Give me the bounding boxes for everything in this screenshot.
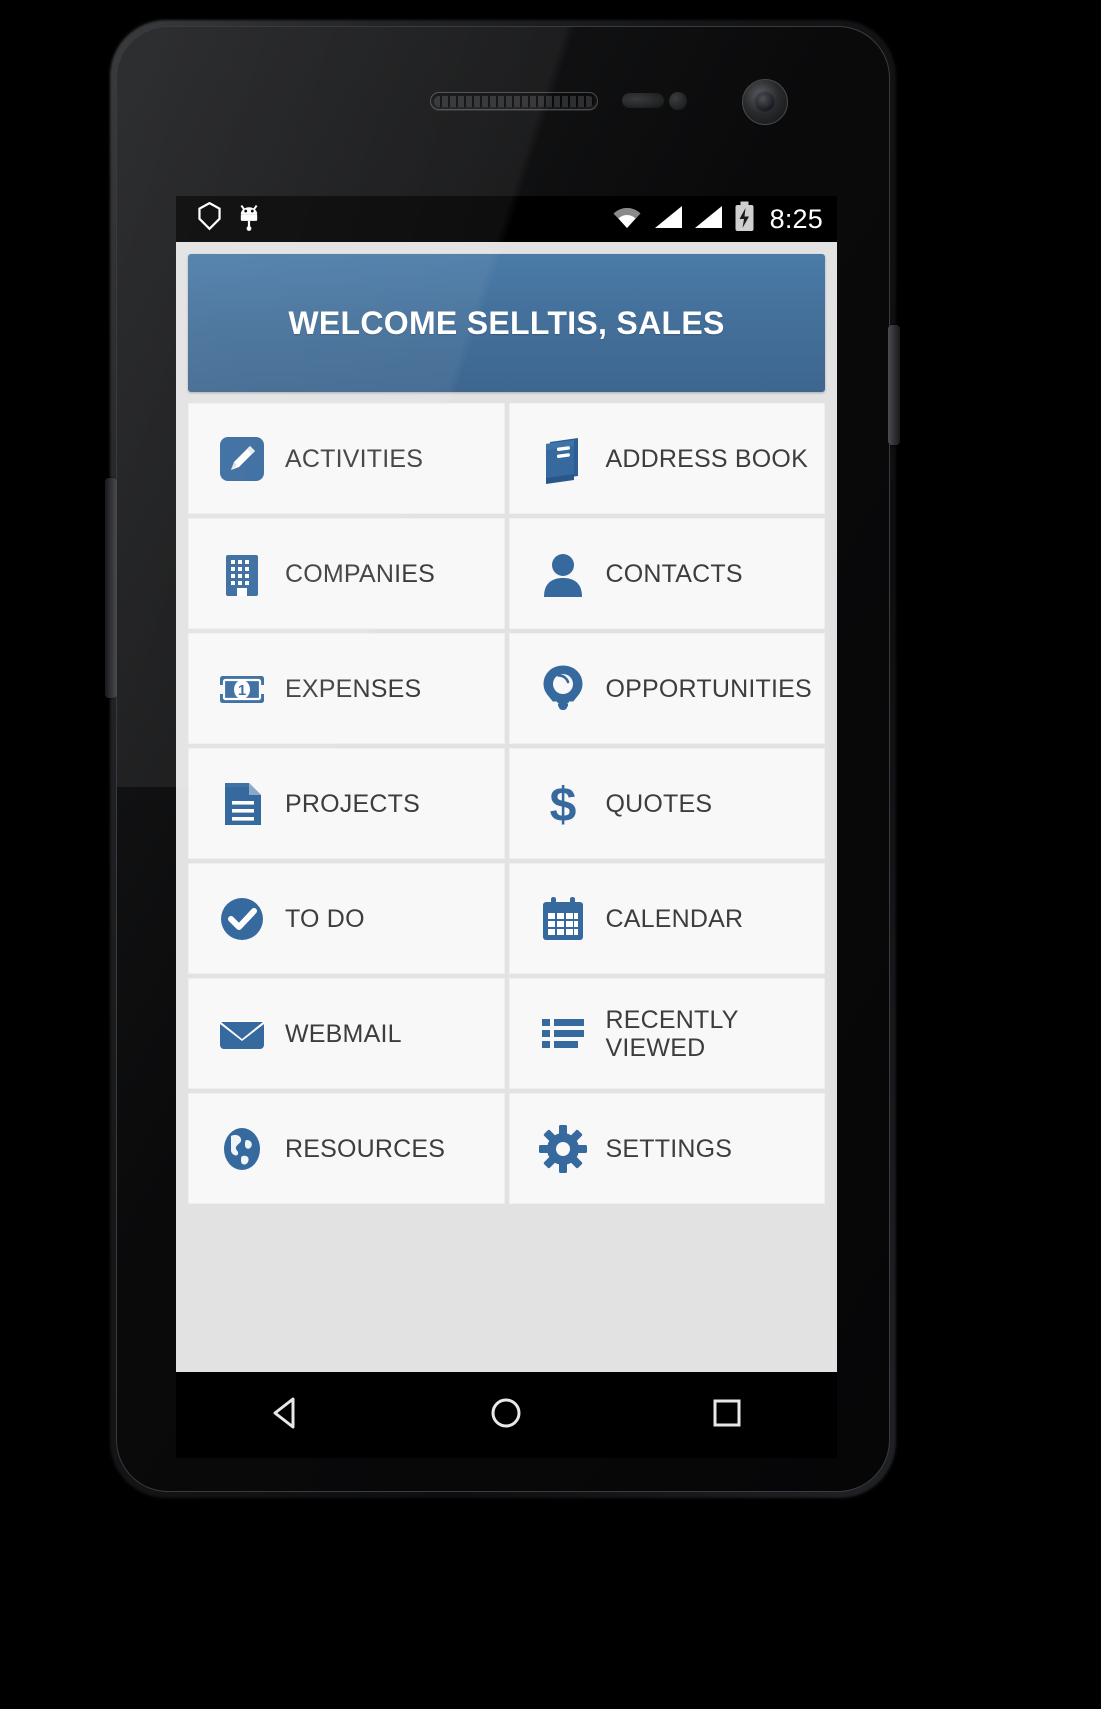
home-circle-icon xyxy=(485,1392,527,1439)
nav-home-button[interactable] xyxy=(461,1372,551,1458)
building-icon xyxy=(215,547,269,601)
wifi-icon xyxy=(611,205,643,234)
menu-tile-resources[interactable]: RESOURCES xyxy=(188,1093,505,1204)
menu-tile-expenses[interactable]: 1 EXPENSES xyxy=(188,633,505,744)
menu-tile-label: OPPORTUNITIES xyxy=(605,674,812,703)
volume-rocker[interactable] xyxy=(105,478,117,698)
menu-tile-to-do[interactable]: TO DO xyxy=(188,863,505,974)
menu-tile-quotes[interactable]: $ QUOTES xyxy=(508,748,825,859)
status-clock: 8:25 xyxy=(769,203,823,234)
menu-tile-label-line2: VIEWED xyxy=(605,1033,706,1062)
menu-tile-label-line1: RECENTLY xyxy=(605,1005,739,1034)
back-triangle-icon xyxy=(265,1392,307,1439)
menu-tile-label: PROJECTS xyxy=(285,789,420,818)
power-button[interactable] xyxy=(888,325,900,445)
menu-tile-label: TO DO xyxy=(285,904,365,933)
android-navigation-bar xyxy=(176,1372,837,1458)
welcome-banner: WELCOME SELLTIS, SALES xyxy=(188,254,825,392)
proximity-sensor xyxy=(622,93,664,108)
android-debug-icon xyxy=(237,202,261,236)
pencil-square-icon xyxy=(215,432,269,486)
menu-tile-label: ADDRESS BOOK xyxy=(605,444,808,473)
nav-back-button[interactable] xyxy=(241,1372,331,1458)
svg-text:$: $ xyxy=(549,779,576,829)
page-title: WELCOME SELLTIS, SALES xyxy=(288,304,725,341)
menu-tile-contacts[interactable]: CONTACTS xyxy=(508,518,825,629)
menu-tile-label: RESOURCES xyxy=(285,1134,446,1163)
menu-tile-address-book[interactable]: ADDRESS BOOK xyxy=(508,403,825,514)
menu-tile-activities[interactable]: ACTIVITIES xyxy=(188,403,505,514)
envelope-icon xyxy=(215,1007,269,1061)
globe-icon xyxy=(215,1122,269,1176)
status-bar: 8:25 xyxy=(176,196,837,242)
address-book-icon xyxy=(536,432,590,486)
menu-tile-label: QUOTES xyxy=(605,789,713,818)
menu-tile-label: EXPENSES xyxy=(285,674,422,703)
speaker-grille xyxy=(430,92,598,110)
menu-tile-calendar[interactable]: CALENDAR xyxy=(508,863,825,974)
battery-charging-icon xyxy=(734,201,755,237)
phone-screen: 8:25 WELCOME SELLTIS, SALES ACTIVITIES A… xyxy=(176,196,837,1372)
calendar-icon xyxy=(536,892,590,946)
document-icon xyxy=(215,777,269,831)
light-sensor xyxy=(669,92,687,110)
menu-tile-label: ACTIVITIES xyxy=(285,444,424,473)
menu-tile-webmail[interactable]: WEBMAIL xyxy=(188,978,505,1089)
svg-text:1: 1 xyxy=(238,682,246,699)
menu-tile-recently-viewed[interactable]: RECENTLY VIEWED xyxy=(508,978,825,1089)
signal-icon-1 xyxy=(654,205,683,234)
list-icon xyxy=(536,1007,590,1061)
menu-tile-label: RECENTLY VIEWED xyxy=(606,1006,739,1062)
menu-tile-companies[interactable]: COMPANIES xyxy=(188,518,505,629)
menu-tile-label: COMPANIES xyxy=(285,559,435,588)
recents-square-icon xyxy=(706,1392,748,1439)
menu-tile-label: WEBMAIL xyxy=(285,1019,402,1048)
person-icon xyxy=(536,547,590,601)
lightbulb-icon xyxy=(536,662,590,716)
banknote-icon: 1 xyxy=(215,662,269,716)
menu-tile-label: CALENDAR xyxy=(605,904,744,933)
menu-tile-settings[interactable]: SETTINGS xyxy=(508,1093,825,1204)
menu-grid: ACTIVITIES ADDRESS BOOK COMPANIES CONTAC… xyxy=(188,403,825,1204)
check-circle-icon xyxy=(215,892,269,946)
gear-icon xyxy=(536,1122,590,1176)
menu-tile-label: SETTINGS xyxy=(605,1134,733,1163)
nav-recents-button[interactable] xyxy=(682,1372,772,1458)
app-content: WELCOME SELLTIS, SALES ACTIVITIES ADDRES… xyxy=(176,242,837,1372)
menu-tile-opportunities[interactable]: OPPORTUNITIES xyxy=(508,633,825,744)
signal-icon-2 xyxy=(694,205,723,234)
dollar-sign-icon: $ xyxy=(536,777,590,831)
menu-tile-projects[interactable]: PROJECTS xyxy=(188,748,505,859)
front-camera xyxy=(742,79,788,125)
shield-icon xyxy=(196,201,223,236)
menu-tile-label: CONTACTS xyxy=(605,559,743,588)
